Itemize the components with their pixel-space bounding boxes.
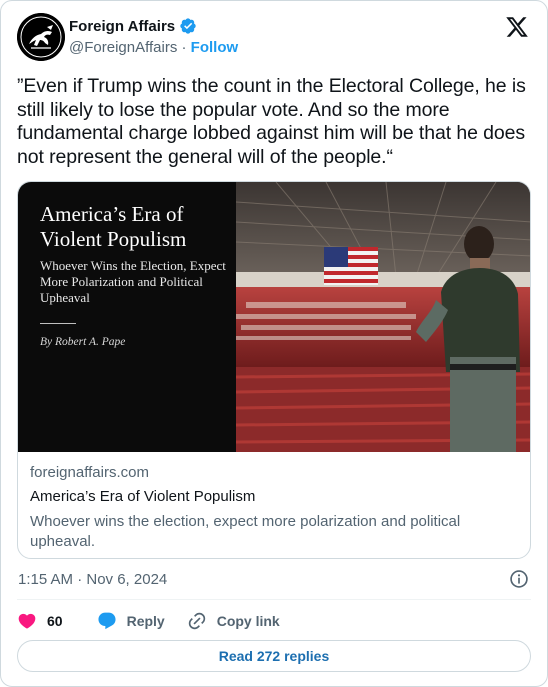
read-replies-button[interactable]: Read 272 replies: [17, 640, 531, 672]
arena-photo: [236, 182, 530, 452]
info-icon[interactable]: [509, 569, 529, 589]
avatar[interactable]: [17, 13, 65, 61]
link-preview-meta: foreignaffairs.com America’s Era of Viol…: [30, 464, 520, 552]
x-logo-icon[interactable]: [505, 15, 529, 39]
like-count: 60: [47, 613, 63, 629]
separator-dot: ·: [181, 39, 187, 56]
avatar-logo-icon: [17, 13, 65, 61]
link-icon: [188, 612, 205, 630]
cover-title: America’s Era of Violent Populism: [40, 202, 187, 251]
cover-divider: [40, 323, 76, 324]
cover-subtitle: Whoever Wins the Election, Expect More P…: [40, 258, 226, 305]
follow-button[interactable]: Follow: [191, 39, 239, 56]
author-name[interactable]: Foreign Affairs: [69, 18, 175, 35]
copy-link-label: Copy link: [216, 613, 280, 629]
link-domain: foreignaffairs.com: [30, 464, 149, 481]
heart-icon: [18, 613, 36, 629]
link-title: America’s Era of Violent Populism: [30, 488, 256, 505]
reply-button[interactable]: Reply: [97, 611, 165, 631]
link-preview-image: America’s Era of Violent Populism Whoeve…: [18, 182, 530, 452]
link-preview-card[interactable]: America’s Era of Violent Populism Whoeve…: [17, 181, 531, 559]
article-cover: America’s Era of Violent Populism Whoeve…: [18, 182, 236, 452]
author-handle[interactable]: @ForeignAffairs: [69, 39, 177, 56]
link-description: Whoever wins the election, expect more p…: [30, 513, 461, 550]
tweet-timestamp[interactable]: 1:15 AM · Nov 6, 2024: [18, 571, 167, 588]
verified-badge-icon: [179, 17, 197, 35]
tweet-header: Foreign Affairs @ForeignAffairs · Follow: [17, 13, 533, 63]
cover-author: By Robert A. Pape: [40, 336, 126, 348]
reply-label: Reply: [126, 613, 165, 629]
like-button[interactable]: 60: [17, 611, 63, 631]
tweet-actions: 60 Reply Copy link: [17, 607, 280, 635]
copy-link-button[interactable]: Copy link: [187, 611, 280, 631]
tweet-embed: Foreign Affairs @ForeignAffairs · Follow…: [0, 0, 548, 687]
reply-bubble-icon: [98, 612, 116, 630]
author-info: Foreign Affairs @ForeignAffairs · Follow: [69, 17, 239, 57]
tweet-text: ”Even if Trump wins the count in the Ele…: [17, 75, 526, 168]
divider: [17, 599, 531, 600]
